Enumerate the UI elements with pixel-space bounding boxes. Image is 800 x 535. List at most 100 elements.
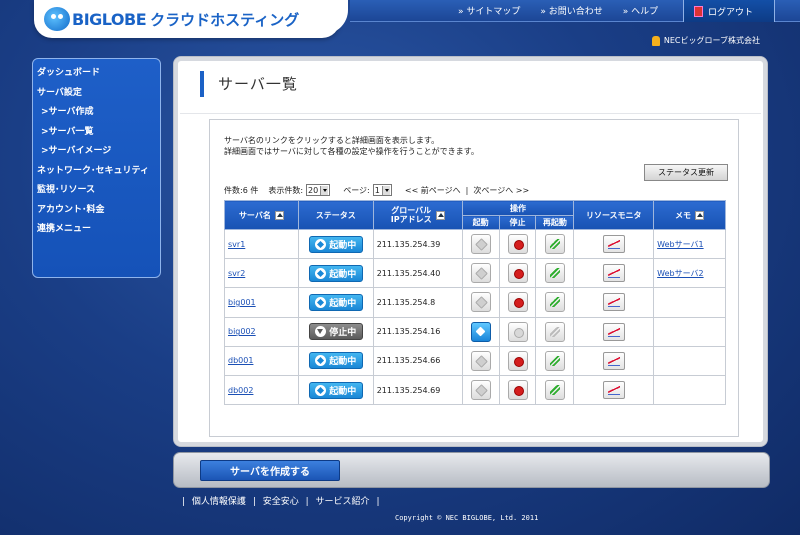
resource-monitor-icon[interactable] bbox=[602, 235, 625, 254]
sidebar-item-server-image[interactable]: >サーバイメージ bbox=[37, 142, 156, 162]
sidebar-item-integration[interactable]: 連携メニュー bbox=[37, 220, 156, 240]
footer-links: | 個人情報保護 | 安全安心 | サービス紹介 | bbox=[180, 494, 381, 507]
start-icon[interactable] bbox=[470, 321, 491, 342]
status-badge: 起動中 bbox=[308, 235, 363, 253]
server-name-link[interactable]: db002 bbox=[228, 386, 253, 395]
status-refresh-button[interactable]: ステータス更新 bbox=[644, 164, 728, 181]
page-select[interactable]: 1 bbox=[372, 184, 392, 196]
footer-link-privacy[interactable]: 個人情報保護 bbox=[192, 497, 246, 507]
stop-icon[interactable] bbox=[507, 234, 528, 255]
cell-restart bbox=[535, 228, 575, 260]
stop-icon[interactable] bbox=[507, 263, 528, 284]
cell-start bbox=[461, 374, 500, 406]
cell-name: svr2 bbox=[224, 258, 299, 289]
sidebar-item-server-create[interactable]: >サーバ作成 bbox=[37, 103, 156, 123]
nav-sitemap-label: サイトマップ bbox=[466, 7, 521, 17]
nav-contact[interactable]: » お問い合わせ bbox=[540, 4, 602, 17]
page-label: ページ: bbox=[343, 185, 370, 195]
memo-link[interactable]: Webサーバ2 bbox=[657, 269, 703, 278]
cell-status: 起動中 bbox=[297, 345, 374, 376]
sidebar-item-server-list[interactable]: >サーバ一覧 bbox=[37, 123, 156, 143]
stop-icon[interactable] bbox=[507, 380, 528, 401]
cell-stop bbox=[498, 316, 537, 347]
resource-monitor-icon[interactable] bbox=[602, 264, 625, 283]
resource-monitor-icon[interactable] bbox=[602, 351, 625, 370]
pager: 件数:6 件 表示件数: 20 ページ: 1 << 前ページへ | 次ページへ … bbox=[224, 184, 529, 196]
prev-page-link[interactable]: << 前ページへ bbox=[405, 185, 461, 196]
server-name-link[interactable]: db001 bbox=[228, 356, 253, 365]
sidebar: ダッシュボード サーバ設定 >サーバ作成 >サーバ一覧 >サーバイメージ ネット… bbox=[32, 58, 161, 278]
sidebar-item-monitoring[interactable]: 監視･リソース bbox=[37, 181, 156, 201]
table-row: big001 起動中 211.135.254.8 bbox=[224, 287, 726, 318]
per-page-value: 20 bbox=[308, 185, 319, 195]
cell-restart bbox=[535, 316, 575, 347]
stop-icon[interactable] bbox=[507, 292, 528, 313]
cell-start bbox=[461, 228, 500, 260]
restart-icon[interactable] bbox=[544, 263, 565, 284]
item-count: 件数:6 件 bbox=[224, 185, 259, 195]
server-name-link[interactable]: big001 bbox=[228, 298, 256, 307]
sort-icon[interactable] bbox=[274, 210, 284, 220]
logout-label: ログアウト bbox=[708, 7, 754, 18]
sidebar-item-network-security[interactable]: ネットワーク･セキュリティ bbox=[37, 162, 156, 182]
running-icon bbox=[315, 384, 327, 396]
sidebar-item-dashboard[interactable]: ダッシュボード bbox=[37, 64, 156, 84]
running-icon bbox=[315, 355, 327, 367]
cell-monitor bbox=[573, 258, 655, 289]
table-row: big002 停止中 211.135.254.16 bbox=[224, 316, 726, 347]
resource-monitor-icon[interactable] bbox=[602, 322, 625, 341]
cell-ip: 211.135.254.39 bbox=[372, 228, 463, 260]
cell-restart bbox=[535, 258, 575, 289]
stop-icon[interactable] bbox=[507, 350, 528, 371]
sort-icon[interactable] bbox=[695, 210, 705, 220]
server-name-link[interactable]: big002 bbox=[228, 327, 256, 336]
status-badge: 起動中 bbox=[308, 381, 363, 399]
page-value: 1 bbox=[374, 185, 380, 195]
start-icon bbox=[470, 263, 491, 284]
sort-icon[interactable] bbox=[435, 210, 445, 220]
cell-memo bbox=[653, 287, 726, 318]
table-row: db002 起動中 211.135.254.69 bbox=[224, 374, 726, 406]
cell-restart bbox=[535, 287, 575, 318]
logout-button[interactable]: ログアウト bbox=[683, 0, 775, 22]
running-icon bbox=[315, 267, 327, 279]
restart-icon[interactable] bbox=[544, 234, 565, 255]
server-name-link[interactable]: svr2 bbox=[228, 269, 245, 278]
footer-link-safety[interactable]: 安全安心 bbox=[263, 497, 299, 507]
next-page-link[interactable]: 次ページへ >> bbox=[473, 185, 529, 196]
nav-sitemap[interactable]: » サイトマップ bbox=[458, 4, 520, 17]
status-badge: 停止中 bbox=[308, 323, 363, 341]
running-icon bbox=[315, 296, 327, 308]
cell-memo bbox=[653, 374, 726, 406]
col-header-start: 起動 bbox=[461, 215, 500, 230]
nav-help[interactable]: » ヘルプ bbox=[623, 4, 658, 17]
server-name-link[interactable]: svr1 bbox=[228, 240, 245, 249]
status-label: 起動中 bbox=[329, 386, 357, 397]
col-header-stop: 停止 bbox=[498, 215, 537, 230]
stop-icon bbox=[507, 321, 528, 342]
footer-sep: | bbox=[305, 497, 309, 507]
cell-monitor bbox=[573, 287, 655, 318]
per-page-select[interactable]: 20 bbox=[306, 184, 331, 196]
col-memo-label: メモ bbox=[675, 210, 692, 220]
cell-name: db002 bbox=[224, 374, 299, 406]
restart-icon[interactable] bbox=[544, 292, 565, 313]
restart-icon[interactable] bbox=[544, 380, 565, 401]
col-header-restart: 再起動 bbox=[535, 215, 575, 230]
col-ip-label-1: グローバル bbox=[391, 206, 432, 215]
sidebar-item-server-settings[interactable]: サーバ設定 bbox=[37, 84, 156, 104]
restart-icon[interactable] bbox=[544, 350, 565, 371]
cell-memo: Webサーバ2 bbox=[653, 258, 726, 289]
create-server-button[interactable]: サーバを作成する bbox=[200, 460, 340, 481]
footer-sep: | bbox=[252, 497, 256, 507]
footer-link-services[interactable]: サービス紹介 bbox=[316, 497, 370, 507]
cell-start bbox=[461, 258, 500, 289]
resource-monitor-icon[interactable] bbox=[602, 293, 625, 312]
copyright: Copyright © NEC BIGLOBE, Ltd. 2011 bbox=[395, 514, 539, 522]
sidebar-item-account[interactable]: アカウント･料金 bbox=[37, 201, 156, 221]
memo-link[interactable]: Webサーバ1 bbox=[657, 240, 703, 249]
cell-ip: 211.135.254.40 bbox=[372, 258, 463, 289]
server-list-box: サーバ名のリンクをクリックすると詳細画面を表示します。 詳細画面ではサーバに対し… bbox=[209, 119, 739, 437]
resource-monitor-icon[interactable] bbox=[602, 381, 625, 400]
cell-status: 起動中 bbox=[297, 287, 374, 318]
